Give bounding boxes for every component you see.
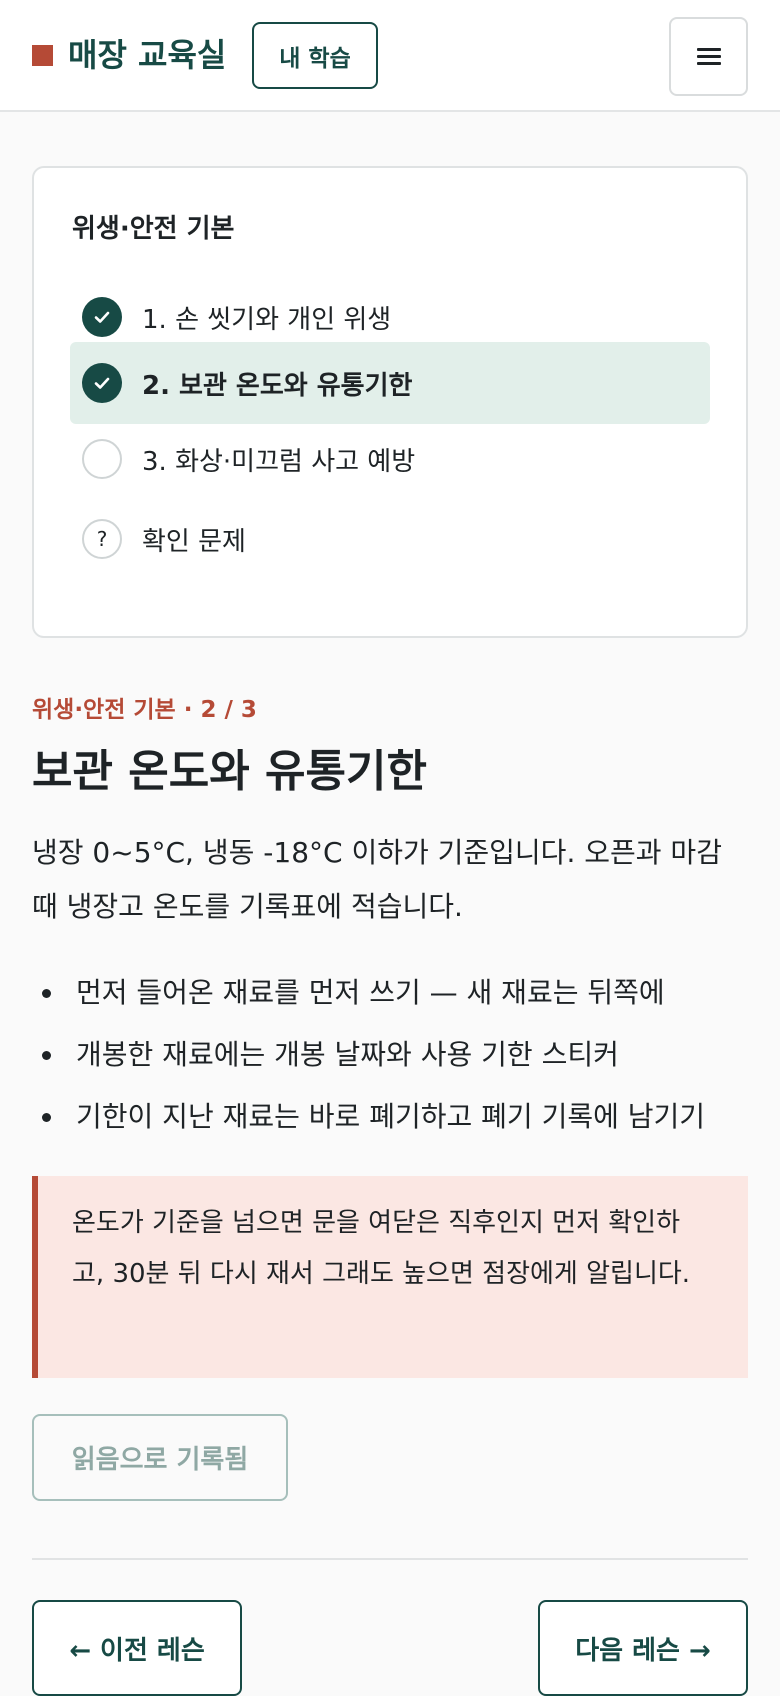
my-learning-button[interactable]: 내 학습 bbox=[252, 22, 378, 89]
brand-logo-square-icon bbox=[32, 45, 53, 66]
lesson-item-2-current[interactable]: 2. 보관 온도와 유통기한 bbox=[70, 342, 710, 424]
course-outline-card: 위생·안전 기본 1. 손 씻기와 개인 위생 2. 보관 온도와 유통기한 3… bbox=[32, 166, 748, 638]
top-header: 매장 교육실 내 학습 bbox=[0, 0, 780, 112]
lesson-label: 1. 손 씻기와 개인 위생 bbox=[142, 304, 392, 335]
lesson-item-quiz[interactable]: ? 확인 문제 bbox=[70, 498, 710, 580]
course-title: 위생·안전 기본 bbox=[72, 214, 235, 244]
lesson-kicker: 위생·안전 기본 · 2 / 3 bbox=[32, 697, 257, 723]
lesson-intro: 냉장 0~5°C, 냉동 -18°C 이하가 기준입니다. 오픈과 마감 때 냉… bbox=[32, 836, 722, 923]
mark-as-read-button[interactable]: 읽음으로 기록됨 bbox=[32, 1414, 288, 1501]
lesson-item-3[interactable]: 3. 화상·미끄럼 사고 예방 bbox=[70, 418, 710, 500]
question-mark-icon: ? bbox=[82, 519, 122, 559]
check-circle-icon bbox=[82, 363, 122, 403]
brand-title[interactable]: 매장 교육실 bbox=[68, 32, 226, 78]
lesson-label: 2. 보관 온도와 유통기한 bbox=[142, 370, 413, 401]
list-item: 기한이 지난 재료는 바로 폐기하고 폐기 기록에 남기기 bbox=[32, 1086, 748, 1148]
empty-circle-icon bbox=[82, 439, 122, 479]
lesson-label: 3. 화상·미끄럼 사고 예방 bbox=[142, 446, 416, 477]
lesson-label: 확인 문제 bbox=[142, 526, 246, 557]
list-item: 먼저 들어온 재료를 먼저 쓰기 — 새 재료는 뒤쪽에 bbox=[32, 962, 748, 1024]
hamburger-menu-icon bbox=[696, 47, 721, 66]
list-item: 개봉한 재료에는 개봉 날짜와 사용 기한 스티커 bbox=[32, 1024, 748, 1086]
divider bbox=[32, 1558, 748, 1560]
menu-button[interactable] bbox=[669, 17, 748, 96]
lesson-title: 보관 온도와 유통기한 bbox=[32, 746, 427, 797]
previous-lesson-button[interactable]: ← 이전 레슨 bbox=[32, 1600, 242, 1696]
warning-callout: 온도가 기준을 넘으면 문을 여닫은 직후인지 먼저 확인하고, 30분 뒤 다… bbox=[32, 1176, 748, 1378]
next-lesson-button[interactable]: 다음 레슨 → bbox=[538, 1600, 748, 1696]
lesson-points-list: 먼저 들어온 재료를 먼저 쓰기 — 새 재료는 뒤쪽에 개봉한 재료에는 개봉… bbox=[32, 962, 748, 1148]
check-circle-icon bbox=[82, 297, 122, 337]
